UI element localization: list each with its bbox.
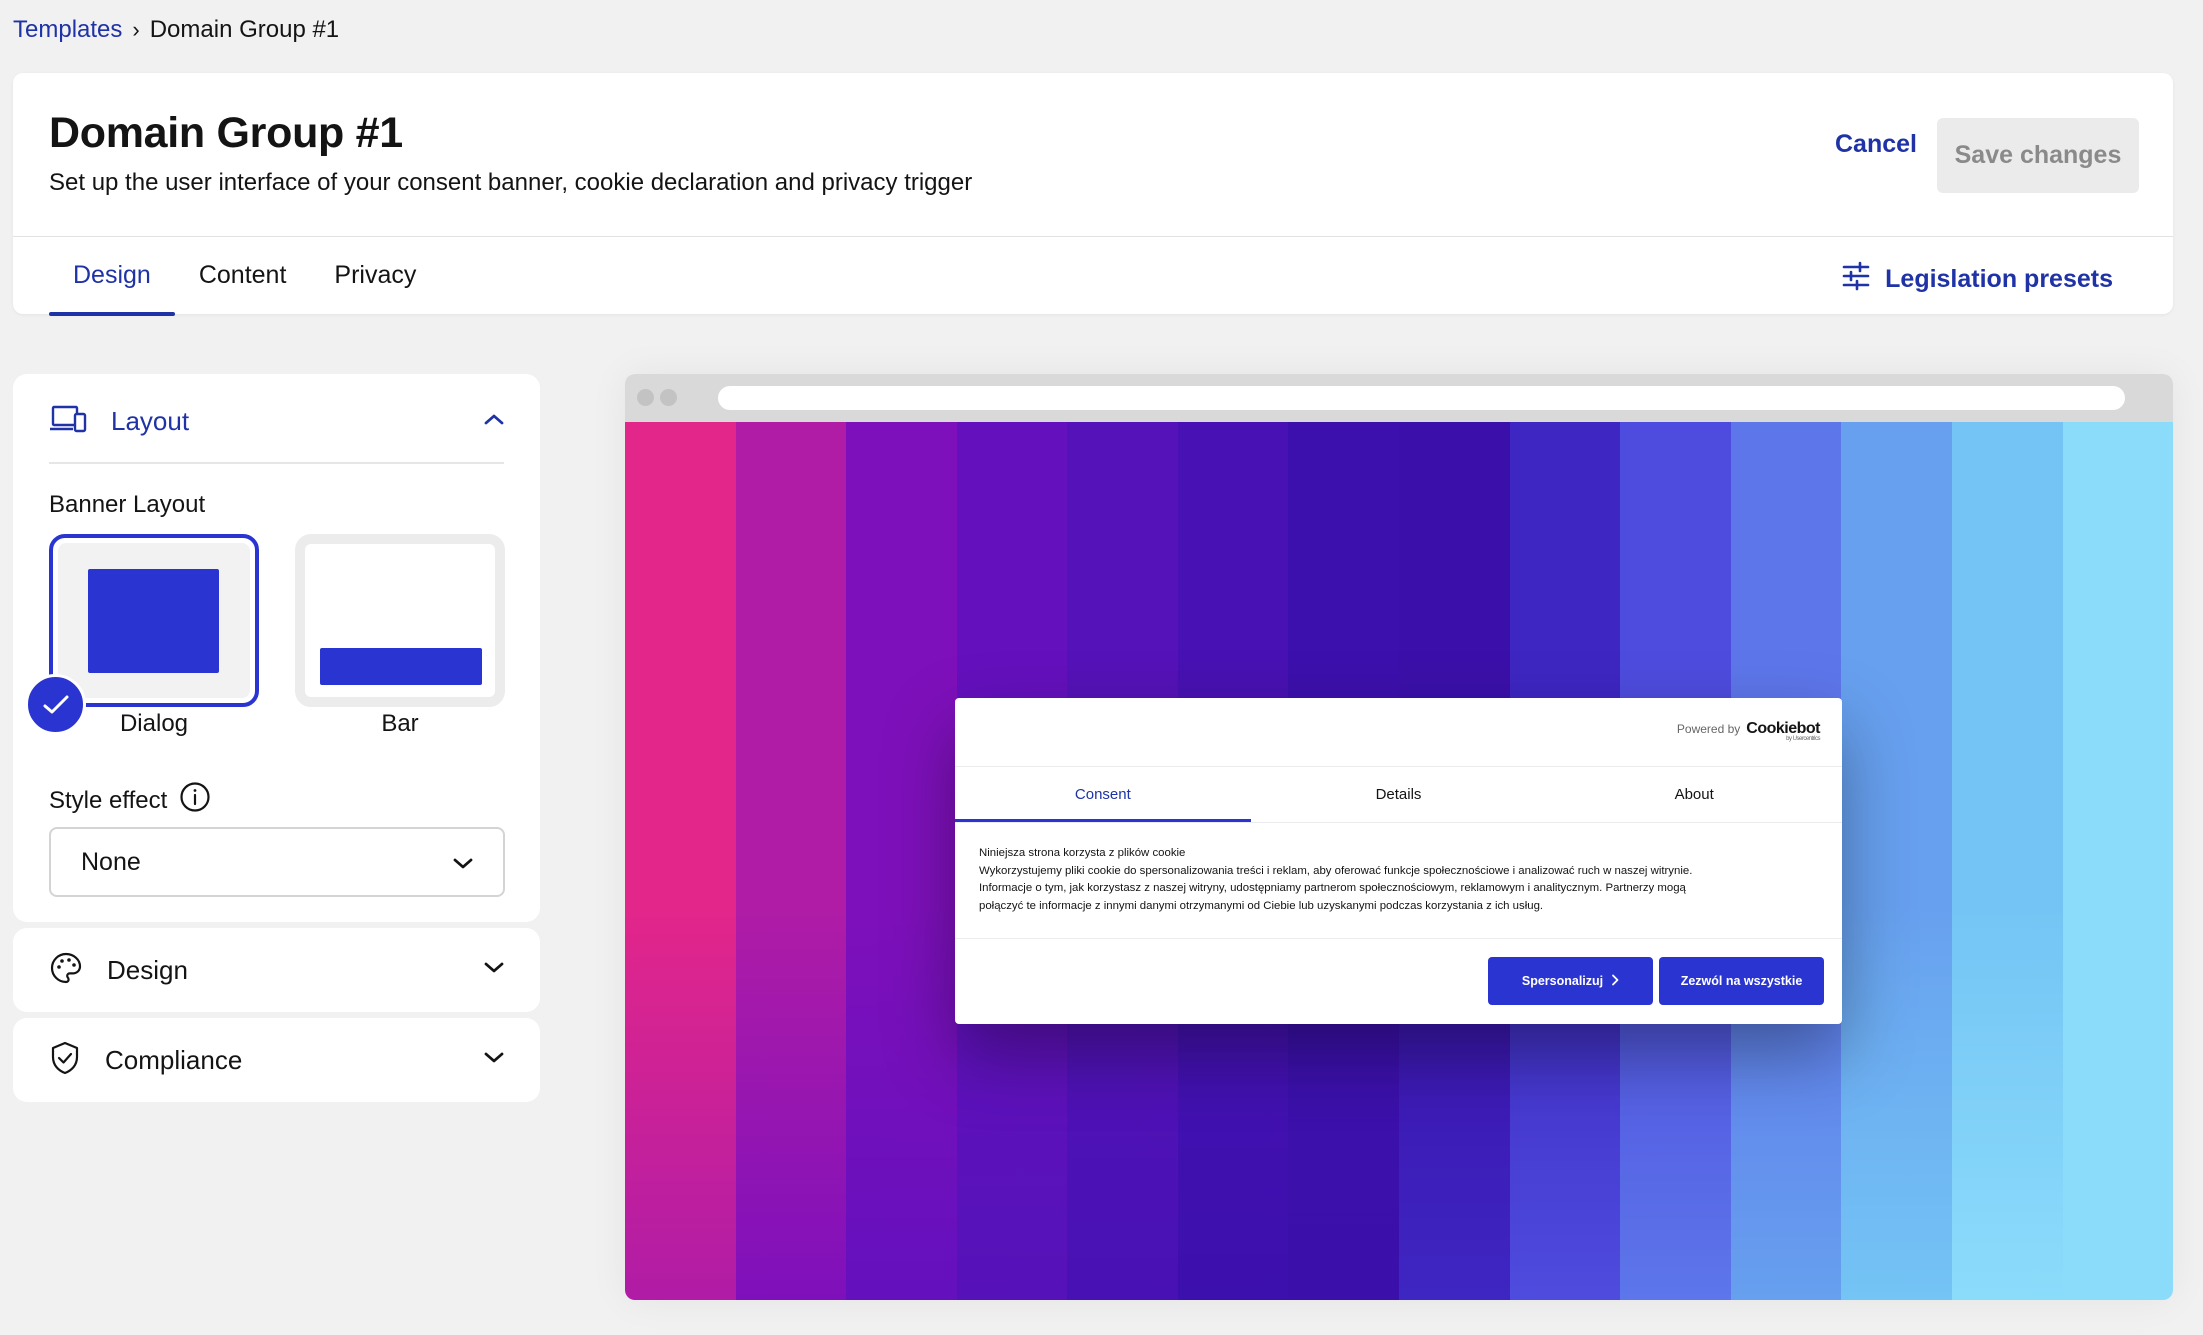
- shield-check-icon: [49, 1041, 81, 1080]
- breadcrumb: Templates › Domain Group #1: [13, 16, 339, 44]
- layout-option-bar-label: Bar: [381, 710, 419, 737]
- layout-panel: Layout Banner Layout Dialog Bar Style ef…: [13, 374, 540, 922]
- gradient-stripe: [846, 422, 957, 1300]
- powered-by-label: Powered by: [1676, 722, 1741, 736]
- design-section-toggle[interactable]: Design: [13, 928, 540, 1012]
- customize-button-label: Spersonalizuj: [1521, 974, 1604, 988]
- banner-layout-label: Banner Layout: [49, 491, 206, 518]
- layout-option-dialog-label: Dialog: [119, 710, 189, 737]
- compliance-section-toggle[interactable]: Compliance: [13, 1018, 540, 1102]
- browser-chrome: [625, 374, 2173, 422]
- dialog-tab-bar: Consent Details About: [955, 767, 1842, 822]
- dialog-tab-about[interactable]: About: [1546, 767, 1842, 822]
- page-subtitle: Set up the user interface of your consen…: [49, 169, 973, 196]
- dialog-body-line: Informacje o tym, jak korzystasz z nasze…: [979, 882, 1686, 894]
- gradient-stripe: [1841, 422, 1952, 1300]
- gradient-stripe: [1951, 422, 2063, 1300]
- tab-bar: Design Content Privacy: [49, 237, 440, 316]
- info-icon[interactable]: [179, 781, 211, 820]
- page-title: Domain Group #1: [49, 109, 403, 157]
- chevron-right-icon: [1611, 974, 1619, 989]
- powered-by: Powered by Cookiebot by Usercentrics: [1676, 720, 1821, 742]
- style-effect-heading: Style effect: [49, 781, 211, 820]
- dialog-body-line: Wykorzystujemy pliki cookie do spersonal…: [979, 864, 1693, 877]
- breadcrumb-current: Domain Group #1: [149, 16, 340, 43]
- window-dot-icon: [660, 389, 677, 406]
- layout-option-dialog[interactable]: [49, 534, 259, 707]
- sliders-icon: [1841, 261, 1871, 298]
- dialog-body: Niniejsza strona korzysta z plików cooki…: [979, 845, 1802, 915]
- tab-content[interactable]: Content: [175, 237, 311, 314]
- window-dot-icon: [637, 389, 654, 406]
- layout-section-label: Layout: [111, 405, 190, 436]
- style-effect-select[interactable]: None: [49, 827, 505, 897]
- chevron-down-icon: [453, 848, 473, 877]
- gradient-stripe: [735, 422, 847, 1300]
- chevron-down-icon: [484, 1051, 504, 1069]
- palette-icon: [49, 951, 83, 990]
- dialog-tab-details[interactable]: Details: [1251, 767, 1547, 822]
- allow-all-button[interactable]: Zezwól na wszystkie: [1659, 957, 1824, 1005]
- banner-preview: Powered by Cookiebot by Usercentrics Con…: [625, 374, 2173, 1300]
- cancel-button[interactable]: Cancel: [1823, 119, 1929, 169]
- breadcrumb-separator: ›: [132, 17, 140, 42]
- chevron-up-icon: [484, 412, 504, 430]
- legislation-presets-label: Legislation presets: [1885, 265, 2113, 293]
- cookiebot-logo-subtext: by Usercentrics: [1786, 736, 1820, 742]
- dialog-body-line: połączyć te informacje z innymi danymi o…: [979, 899, 1544, 912]
- layout-divider: [49, 462, 504, 464]
- cookie-consent-dialog: Powered by Cookiebot by Usercentrics Con…: [955, 698, 1842, 1024]
- address-bar: [718, 386, 2125, 410]
- dialog-body-title: Niniejsza strona korzysta z plików cooki…: [979, 847, 1186, 859]
- style-effect-label: Style effect: [49, 786, 168, 814]
- customize-button[interactable]: Spersonalizuj: [1488, 957, 1653, 1005]
- tab-design[interactable]: Design: [49, 237, 175, 316]
- devices-icon: [49, 404, 87, 439]
- layout-section-toggle[interactable]: Layout: [49, 396, 504, 446]
- cookiebot-logo: Cookiebot by Usercentrics: [1746, 720, 1820, 742]
- legislation-presets-button[interactable]: Legislation presets: [1841, 261, 2113, 298]
- style-effect-value: None: [81, 847, 141, 876]
- dialog-tab-consent[interactable]: Consent: [955, 767, 1251, 822]
- tab-privacy[interactable]: Privacy: [310, 237, 440, 314]
- breadcrumb-templates-link[interactable]: Templates: [13, 16, 122, 44]
- cookiebot-logo-text: Cookiebot: [1746, 720, 1820, 737]
- layout-option-bar[interactable]: [295, 534, 505, 707]
- save-changes-button[interactable]: Save changes: [1937, 118, 2139, 193]
- dialog-shape-icon: [88, 569, 219, 673]
- dialog-divider: [955, 938, 1842, 939]
- gradient-stripe: [625, 422, 736, 1300]
- chevron-down-icon: [484, 961, 504, 979]
- dialog-divider: [955, 822, 1842, 823]
- gradient-stripe: [2062, 422, 2173, 1300]
- design-section-label: Design: [107, 954, 188, 985]
- compliance-section-label: Compliance: [105, 1044, 243, 1075]
- header-card: Domain Group #1 Set up the user interfac…: [13, 73, 2173, 316]
- bar-shape-icon: [320, 648, 482, 685]
